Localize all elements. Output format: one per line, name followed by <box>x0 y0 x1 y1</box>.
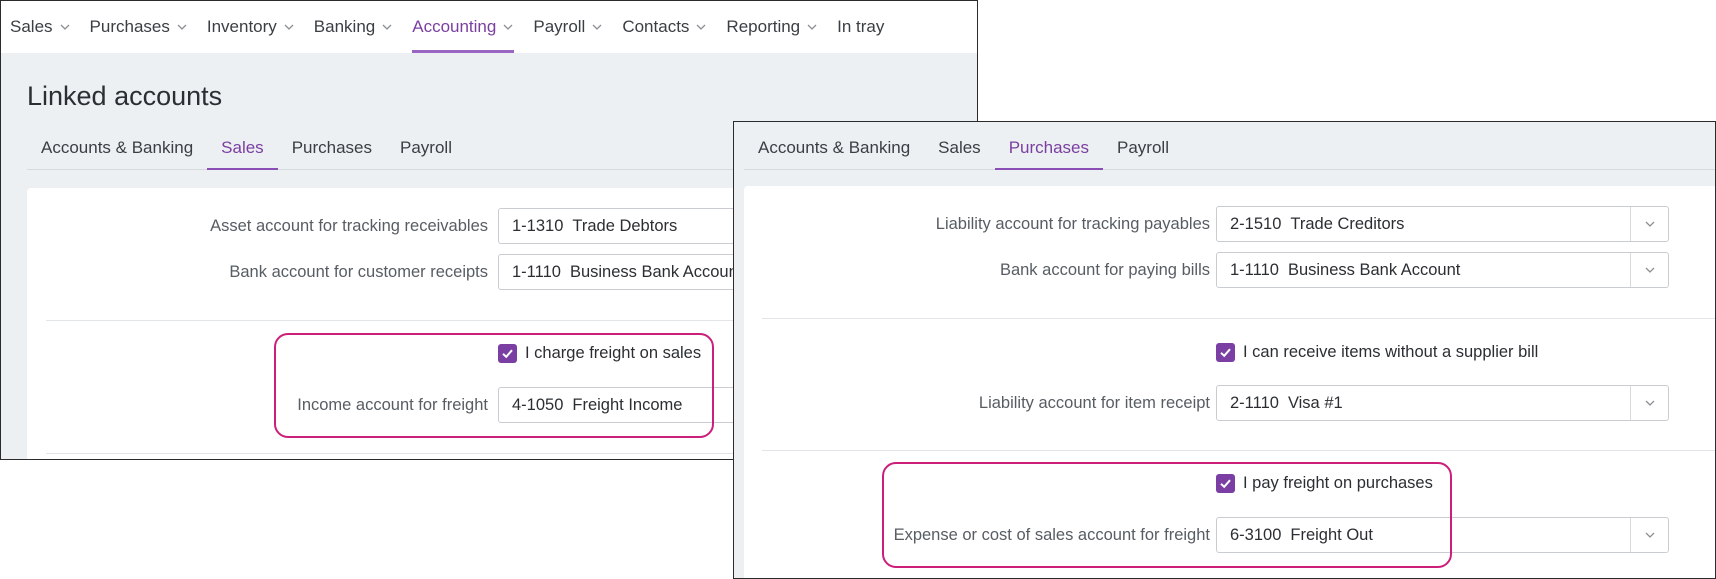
tab-label: Sales <box>221 138 264 157</box>
nav-label: Banking <box>313 17 376 36</box>
account-name: Business Bank Account <box>1287 260 1461 279</box>
tab-accounts-banking[interactable]: Accounts & Banking <box>744 127 924 169</box>
dropdown-toggle[interactable] <box>1630 386 1668 420</box>
item-receipt-account-select[interactable]: 2-1110 Visa #1 <box>1216 385 1669 421</box>
chevron-down-icon <box>1645 267 1654 273</box>
tab-purchases[interactable]: Purchases <box>994 127 1104 170</box>
account-number: 1-1310 <box>512 216 564 235</box>
chevron-down-icon <box>60 24 69 30</box>
tab-sales[interactable]: Sales <box>207 127 278 170</box>
dropdown-toggle[interactable] <box>1630 253 1668 287</box>
top-navigation: Sales Purchases Inventory Banking Accoun… <box>1 1 977 53</box>
nav-item-contacts[interactable]: Contacts <box>622 1 707 53</box>
paying-bills-account-select[interactable]: 1-1110 Business Bank Account <box>1216 252 1669 288</box>
page-title: Linked accounts <box>27 81 223 111</box>
nav-label: Payroll <box>533 17 586 36</box>
tab-label: Purchases <box>1008 138 1090 157</box>
chevron-down-icon <box>503 24 513 30</box>
account-name: Trade Debtors <box>572 216 678 235</box>
item-receipt-account-label: Liability account for item receipt <box>978 394 1210 412</box>
tab-label: Accounts & Banking <box>41 138 194 157</box>
tab-label: Purchases <box>291 138 373 157</box>
tab-label: Accounts & Banking <box>758 138 911 157</box>
tab-label: Payroll <box>400 138 452 157</box>
tab-label: Payroll <box>1117 138 1169 157</box>
chevron-down-icon <box>284 24 294 30</box>
nav-item-inventory[interactable]: Inventory <box>207 1 295 53</box>
tab-accounts-banking[interactable]: Accounts & Banking <box>27 127 207 169</box>
paying-bills-account-label: Bank account for paying bills <box>999 261 1210 279</box>
tab-sales[interactable]: Sales <box>924 127 995 169</box>
chevron-down-icon <box>382 24 392 30</box>
linked-accounts-purchases-window: Accounts & Banking Sales Purchases Payro… <box>733 121 1716 579</box>
chevron-down-icon <box>592 24 602 30</box>
payables-account-select[interactable]: 2-1510 Trade Creditors <box>1216 206 1669 242</box>
dropdown-toggle[interactable] <box>1630 207 1668 241</box>
nav-item-purchases[interactable]: Purchases <box>90 1 188 53</box>
chevron-down-icon <box>696 24 706 30</box>
nav-label: Sales <box>10 17 53 36</box>
chevron-down-icon <box>1645 400 1654 406</box>
nav-label: Accounting <box>412 17 497 36</box>
check-icon <box>1220 348 1231 358</box>
nav-label: Reporting <box>726 17 801 36</box>
receive-items-checkbox-row[interactable]: I can receive items without a supplier b… <box>1216 343 1538 362</box>
receipts-account-label: Bank account for customer receipts <box>229 263 488 281</box>
nav-label: Purchases <box>89 17 170 36</box>
account-number: 1-1110 <box>512 262 561 281</box>
dropdown-toggle[interactable] <box>1630 518 1668 552</box>
nav-label: Inventory <box>206 17 277 36</box>
nav-item-in-tray[interactable]: In tray <box>837 1 884 53</box>
section-divider <box>762 450 1715 451</box>
tab-payroll[interactable]: Payroll <box>1103 127 1183 169</box>
tab-purchases[interactable]: Purchases <box>278 127 386 169</box>
nav-item-payroll[interactable]: Payroll <box>533 1 603 53</box>
account-name: Business Bank Account <box>569 262 743 281</box>
chevron-down-icon <box>1645 532 1654 538</box>
tab-label: Sales <box>938 138 981 157</box>
receive-items-checkbox[interactable] <box>1216 343 1235 362</box>
account-name: Trade Creditors <box>1290 214 1405 233</box>
receivables-account-label: Asset account for tracking receivables <box>210 217 488 235</box>
freight-highlight-box <box>882 462 1452 568</box>
account-number: 1-1110 <box>1230 260 1279 279</box>
linked-accounts-tabs: Accounts & Banking Sales Purchases Payro… <box>744 127 1715 170</box>
freight-highlight-box <box>274 333 714 438</box>
account-number: 2-1510 <box>1230 214 1282 233</box>
nav-label: Contacts <box>622 17 690 36</box>
account-name: Visa #1 <box>1287 393 1343 412</box>
section-divider <box>762 318 1715 319</box>
tab-payroll[interactable]: Payroll <box>386 127 466 169</box>
chevron-down-icon <box>1645 221 1654 227</box>
nav-item-reporting[interactable]: Reporting <box>726 1 818 53</box>
nav-label: In tray <box>837 17 885 36</box>
nav-item-accounting[interactable]: Accounting <box>412 1 515 53</box>
nav-item-banking[interactable]: Banking <box>314 1 393 53</box>
receive-items-label: I can receive items without a supplier b… <box>1243 343 1539 361</box>
chevron-down-icon <box>177 24 187 30</box>
chevron-down-icon <box>807 24 817 30</box>
payables-account-label: Liability account for tracking payables <box>935 215 1210 233</box>
nav-item-sales[interactable]: Sales <box>10 1 71 53</box>
account-number: 2-1110 <box>1230 393 1279 412</box>
